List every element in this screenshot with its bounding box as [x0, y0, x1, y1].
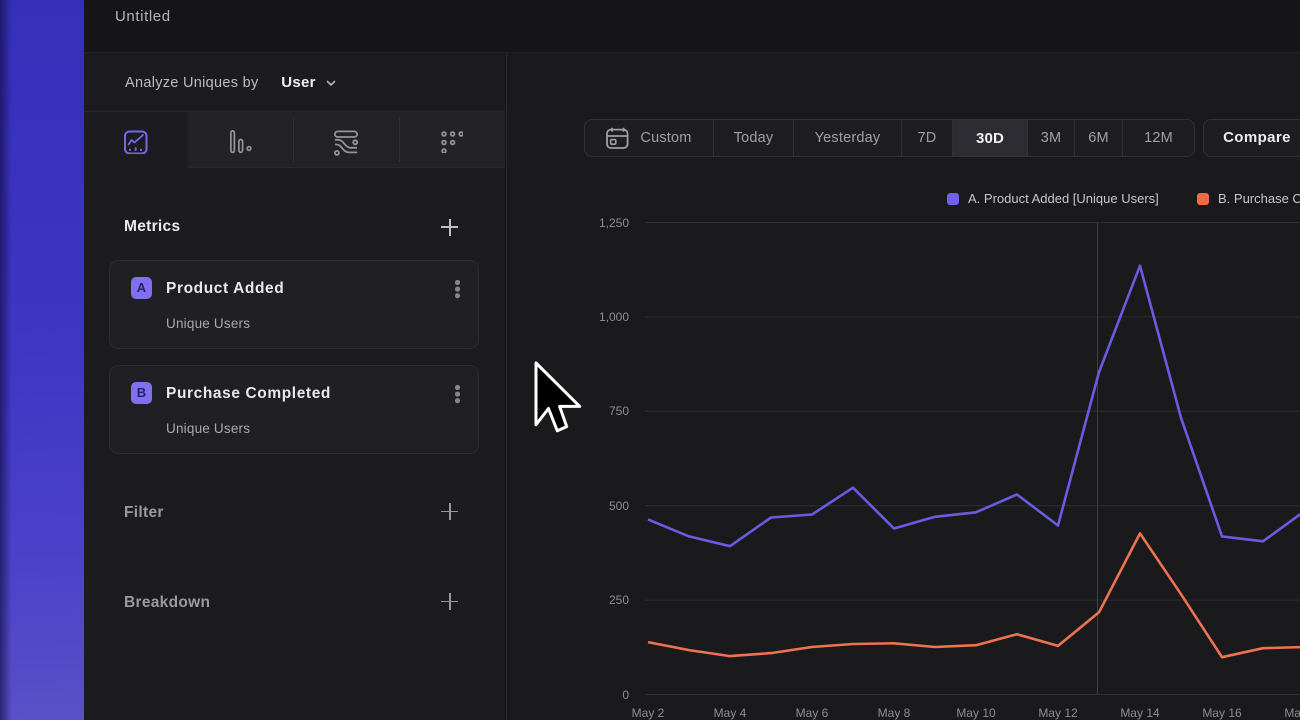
svg-text:May 12: May 12 [1038, 706, 1078, 720]
svg-text:1,250: 1,250 [599, 216, 629, 230]
svg-text:250: 250 [609, 593, 629, 607]
svg-text:May 2: May 2 [632, 706, 665, 720]
svg-text:May 8: May 8 [878, 706, 911, 720]
svg-text:1,000: 1,000 [599, 310, 629, 324]
svg-text:May 4: May 4 [714, 706, 747, 720]
svg-text:May 16: May 16 [1202, 706, 1242, 720]
svg-text:750: 750 [609, 404, 629, 418]
svg-text:May 10: May 10 [956, 706, 996, 720]
svg-text:May 18: May 18 [1284, 706, 1300, 720]
svg-text:500: 500 [609, 499, 629, 513]
svg-text:May 14: May 14 [1120, 706, 1160, 720]
svg-text:0: 0 [622, 688, 629, 702]
svg-text:May 6: May 6 [796, 706, 829, 720]
